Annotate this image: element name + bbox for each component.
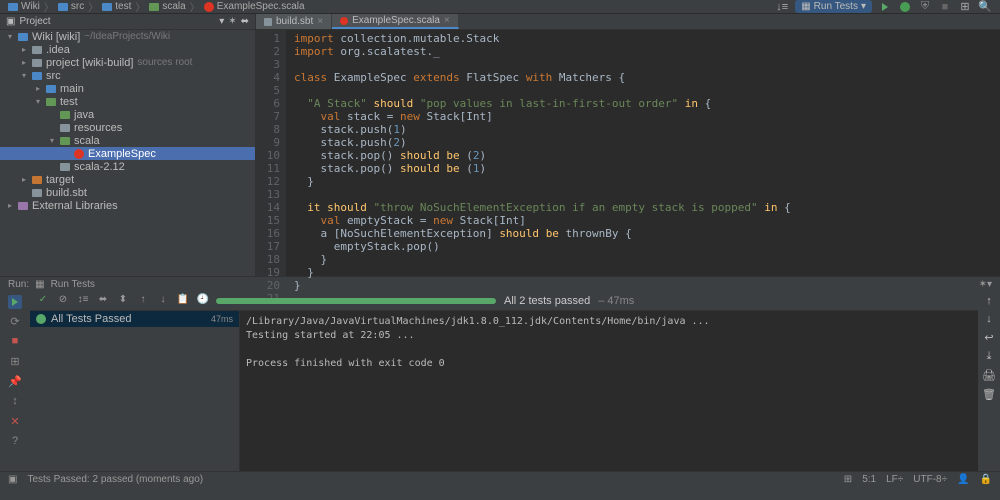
breadcrumb-item[interactable]: test [102, 1, 131, 12]
toggle-auto-button[interactable]: ⟳ [8, 315, 22, 329]
run-side-toolbar: ⟳ ■ ⊞ 📌 ↕ ✕ ? [0, 291, 30, 471]
sort-icon[interactable]: ↕≡ [76, 294, 90, 308]
run-config-icon: ▦ [801, 1, 810, 12]
tree-item[interactable]: ▸main [0, 82, 255, 95]
scroll-icon[interactable]: ⤓ [987, 350, 992, 363]
breadcrumb-item[interactable]: ExampleSpec.scala [204, 1, 305, 12]
tree-item[interactable]: ▾scala [0, 134, 255, 147]
run-tool-window: Run: ▦ Run Tests ✶▾ ⟳ ■ ⊞ 📌 ↕ ✕ ? ✓ ⊘ ↕≡… [0, 276, 1000, 471]
next-icon[interactable]: ↓ [156, 294, 170, 308]
tree-item[interactable]: ▸project [wiki-build] sources root [0, 56, 255, 69]
print-icon[interactable]: 🖨 [982, 369, 996, 382]
status-message: Tests Passed: 2 passed (moments ago) [27, 474, 203, 485]
chevron-down-icon[interactable]: ▾ [219, 16, 224, 27]
tool-windows-icon[interactable]: ▣ [8, 474, 17, 485]
line-gutter: 123456789101112131415161718192021 [256, 30, 286, 276]
tree-item[interactable]: ▸External Libraries [0, 199, 255, 212]
tree-item[interactable]: scala-2.12 [0, 160, 255, 173]
prev-icon[interactable]: ↑ [136, 294, 150, 308]
dump-button[interactable]: ⊞ [8, 355, 22, 369]
breadcrumb-item[interactable]: scala [149, 1, 185, 12]
wrap-icon[interactable]: ↩ [984, 331, 993, 344]
goto-icon[interactable]: ⊞ [844, 474, 852, 485]
inspect-icon[interactable]: 👤 [957, 474, 969, 485]
project-label: Project [19, 16, 50, 27]
tree-item[interactable]: ExampleSpec [0, 147, 255, 160]
help-button[interactable]: ? [8, 435, 22, 449]
test-time: 47ms [211, 314, 233, 324]
console-output[interactable]: /Library/Java/JavaVirtualMachines/jdk1.8… [240, 311, 978, 471]
test-result-label: All Tests Passed [51, 313, 132, 325]
line-separator[interactable]: LF÷ [886, 474, 903, 485]
search-icon[interactable]: 🔍 [978, 0, 992, 14]
run-config-icon: ▦ [35, 279, 44, 290]
expand-all-icon[interactable]: ⬌ [96, 294, 110, 308]
stop-button[interactable]: ■ [8, 335, 22, 349]
project-tool-header[interactable]: ▣ Project ▾ ✶ ⬌ [0, 14, 256, 29]
breadcrumb-item[interactable]: src [58, 1, 84, 12]
test-tree[interactable]: All Tests Passed 47ms [30, 311, 240, 471]
tree-item[interactable]: ▾src [0, 69, 255, 82]
console-side-toolbar: ↑ ↓ ↩ ⤓ 🖨 🗑 [978, 291, 1000, 471]
tree-item[interactable]: build.sbt [0, 186, 255, 199]
code-editor[interactable]: 123456789101112131415161718192021 import… [256, 30, 1000, 276]
file-encoding[interactable]: UTF-8÷ [913, 474, 947, 485]
collapse-all-icon[interactable]: ⬍ [116, 294, 130, 308]
navigation-bar: Wiki〉src〉test〉scala〉ExampleSpec.scala ↓≡… [0, 0, 1000, 14]
editor-tabs: build.sbt×ExampleSpec.scala× [256, 14, 459, 29]
pin-button[interactable]: 📌 [8, 375, 22, 389]
expand-button[interactable]: ↕ [8, 395, 22, 409]
clear-icon[interactable]: 🗑 [982, 388, 996, 401]
lock-icon[interactable]: 🔒 [980, 474, 992, 485]
cursor-position[interactable]: 5:1 [862, 474, 876, 485]
project-tree[interactable]: ▾Wiki [wiki] ~/IdeaProjects/Wiki▸.idea▸p… [0, 30, 256, 276]
editor-tab[interactable]: ExampleSpec.scala× [332, 14, 459, 29]
stop-button[interactable]: ■ [938, 0, 952, 14]
status-bar: ▣ Tests Passed: 2 passed (moments ago) ⊞… [0, 471, 1000, 487]
export-icon[interactable]: 📋 [176, 294, 190, 308]
history-icon[interactable]: 🕘 [196, 294, 210, 308]
run-config-label: Run Tests [814, 1, 858, 12]
tree-item[interactable]: java [0, 108, 255, 121]
breadcrumb[interactable]: Wiki〉src〉test〉scala〉ExampleSpec.scala [8, 0, 305, 14]
run-button[interactable] [878, 0, 892, 14]
show-passed-icon[interactable]: ✓ [36, 294, 50, 308]
tree-item[interactable]: resources [0, 121, 255, 134]
close-icon[interactable]: × [317, 16, 323, 27]
vcs-icon[interactable]: ⊞ [958, 0, 972, 14]
coverage-button[interactable]: ⛨ [918, 0, 932, 14]
show-ignored-icon[interactable]: ⊘ [56, 294, 70, 308]
tab-bar: ▣ Project ▾ ✶ ⬌ build.sbt×ExampleSpec.sc… [0, 14, 1000, 30]
build-icon[interactable]: ↓≡ [775, 0, 789, 14]
project-icon: ▣ [6, 16, 15, 27]
rerun-button[interactable] [8, 295, 22, 309]
chevron-down-icon: ▾ [861, 1, 866, 12]
breadcrumb-item[interactable]: Wiki [8, 1, 40, 12]
close-icon[interactable]: × [444, 15, 450, 26]
tree-item[interactable]: ▾Wiki [wiki] ~/IdeaProjects/Wiki [0, 30, 255, 43]
run-label: Run: [8, 279, 29, 290]
test-result-row[interactable]: All Tests Passed 47ms [30, 311, 239, 327]
editor-tab[interactable]: build.sbt× [256, 14, 332, 29]
code-area[interactable]: import collection.mutable.Stackimport or… [286, 30, 1000, 276]
ok-icon [36, 314, 46, 324]
tree-item[interactable]: ▸.idea [0, 43, 255, 56]
down-icon[interactable]: ↓ [986, 313, 992, 325]
gear-icon[interactable]: ✶ [228, 16, 236, 27]
run-config-selector[interactable]: ▦ Run Tests ▾ [795, 0, 872, 13]
tree-item[interactable]: ▸target [0, 173, 255, 186]
close-button[interactable]: ✕ [8, 415, 22, 429]
tree-item[interactable]: ▾test [0, 95, 255, 108]
run-tab-label: Run Tests [51, 279, 95, 290]
collapse-icon[interactable]: ⬌ [241, 16, 249, 27]
debug-button[interactable] [898, 0, 912, 14]
